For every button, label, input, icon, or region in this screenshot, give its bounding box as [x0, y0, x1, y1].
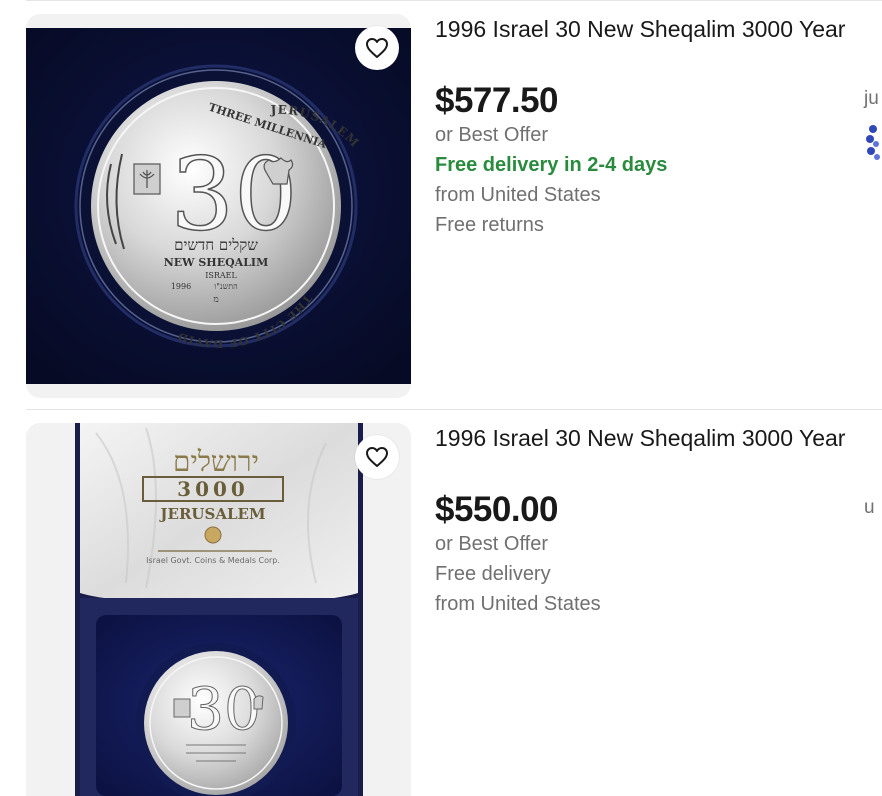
listing-title[interactable]: 1996 Israel 30 New Sheqalim 3000 Year: [435, 16, 845, 43]
box-city-text: JERUSALEM: [158, 505, 265, 523]
coin-photo: JERUSALEM THE CITY OF DAVID THREE MILLEN…: [26, 28, 411, 384]
location-text: from United States: [435, 184, 601, 206]
coin-box-photo: ירושלים 3000 JERUSALEM Israel Govt. Coin…: [75, 423, 363, 796]
seller-badge-icon[interactable]: [864, 122, 882, 164]
returns-text: Free returns: [435, 214, 544, 236]
listing-image[interactable]: ירושלים 3000 JERUSALEM Israel Govt. Coin…: [26, 423, 411, 796]
coin-year: 1996: [171, 282, 191, 291]
coin-country: ISRAEL: [205, 271, 237, 280]
box-number-text: 3000: [177, 477, 249, 501]
favorite-button[interactable]: [355, 26, 399, 70]
coin-hebrew-denomination: שקלים חדשים: [174, 236, 258, 254]
listing-image[interactable]: JERUSALEM THE CITY OF DAVID THREE MILLEN…: [26, 14, 411, 398]
heart-outline-icon: [366, 447, 388, 467]
coin-denomination: NEW SHEQALIM: [164, 256, 269, 269]
box-hebrew-text: ירושלים: [173, 445, 259, 478]
coin-mint-mark: מ: [213, 295, 218, 305]
best-offer-text: or Best Offer: [435, 124, 549, 146]
listing-price: $577.50: [435, 81, 559, 120]
listing-card: JERUSALEM THE CITY OF DAVID THREE MILLEN…: [0, 14, 882, 398]
delivery-text: Free delivery in 2-4 days: [435, 154, 668, 176]
top-divider: [26, 0, 882, 1]
delivery-text: Free delivery: [435, 563, 551, 585]
seller-name-fragment[interactable]: ju: [864, 88, 879, 110]
listing-card: ירושלים 3000 JERUSALEM Israel Govt. Coin…: [0, 423, 882, 796]
listing-title[interactable]: 1996 Israel 30 New Sheqalim 3000 Year: [435, 425, 845, 452]
box-coin-numeral: 30: [187, 675, 261, 743]
best-offer-text: or Best Offer: [435, 533, 549, 555]
box-maker-text: Israel Govt. Coins & Medals Corp.: [146, 556, 280, 565]
seller-name-fragment[interactable]: u: [864, 497, 875, 519]
row-divider: [26, 409, 882, 410]
heart-outline-icon: [366, 38, 388, 58]
favorite-button[interactable]: [355, 435, 399, 479]
coin-hebrew-year: התשנ"ו: [214, 282, 238, 291]
location-text: from United States: [435, 593, 601, 615]
mint-seal-icon: [204, 526, 222, 544]
listing-price: $550.00: [435, 490, 559, 529]
